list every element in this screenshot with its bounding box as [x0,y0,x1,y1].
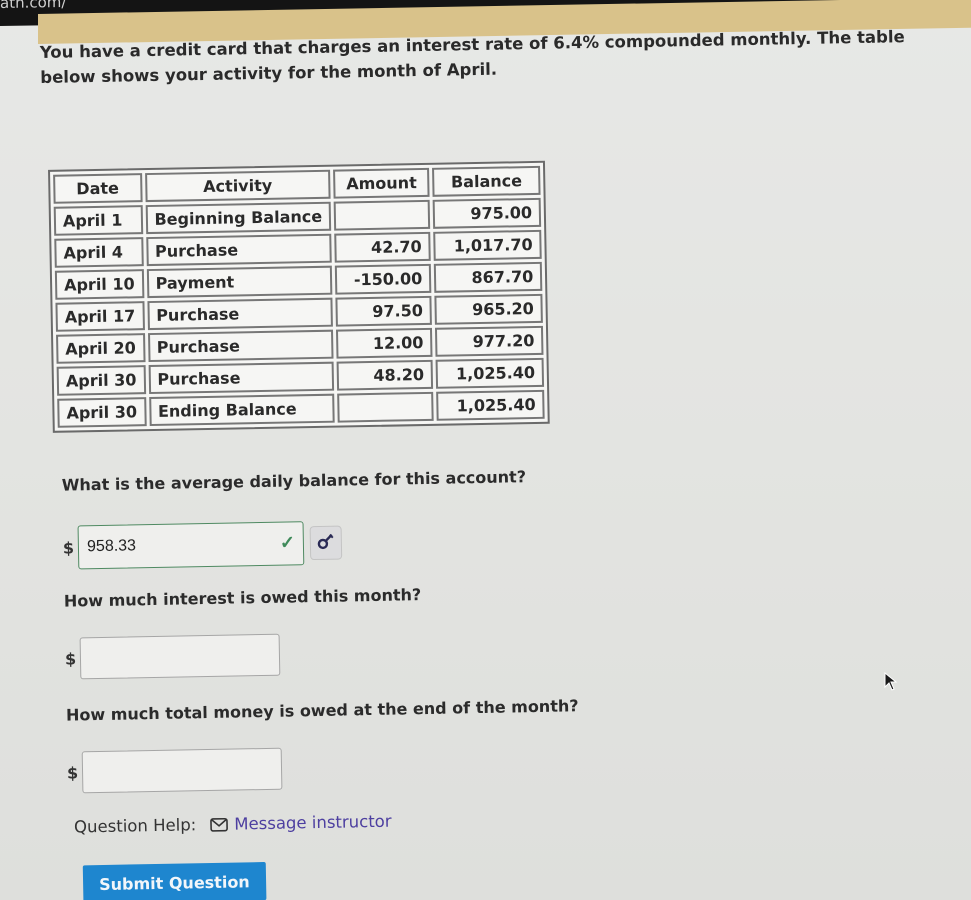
question-average-daily-balance: What is the average daily balance for th… [61,467,527,495]
currency-symbol: $ [64,648,77,669]
cell-balance: 977.20 [435,325,544,357]
cell-activity: Purchase [145,233,332,267]
cell-date: April 4 [54,237,144,268]
answer-row-3: $ [66,747,283,794]
question-help: Question Help: Message instructor [74,812,392,837]
currency-symbol: $ [66,762,79,783]
interest-owed-input[interactable] [79,633,281,680]
table-row: April 20 Purchase 12.00 977.20 [56,325,544,364]
total-owed-input[interactable] [81,747,283,794]
activity-table: Date Activity Amount Balance April 1 Beg… [48,160,550,433]
cell-balance: 1,017.70 [433,229,542,261]
cell-amount: 97.50 [335,295,433,327]
cell-amount [337,391,434,423]
problem-intro: You have a credit card that charges an i… [39,27,905,87]
table-row: April 4 Purchase 42.70 1,017.70 [54,229,542,268]
table-row: April 30 Purchase 48.20 1,025.40 [56,357,545,396]
average-daily-balance-input[interactable]: 958.33 ✓ [77,521,305,570]
question-total-owed: How much total money is owed at the end … [65,696,579,725]
cell-date: April 10 [54,269,144,300]
col-header-amount: Amount [333,167,430,199]
mail-icon [210,817,229,832]
cell-date: April 20 [56,333,146,364]
cell-amount [333,199,431,231]
col-header-activity: Activity [144,169,331,203]
cell-amount: 42.70 [334,231,431,263]
answer-row-1: $ 958.33 ✓ [63,521,343,570]
table-header-row: Date Activity Amount Balance [53,165,541,204]
question-content: You have a credit card that charges an i… [0,0,971,900]
answer-row-2: $ [64,633,281,680]
cell-date: April 30 [57,397,147,428]
table-row: April 1 Beginning Balance 975.00 [53,197,542,236]
cell-activity: Ending Balance [148,393,335,427]
cell-activity: Purchase [147,329,334,363]
submit-question-button[interactable]: Submit Question [82,862,267,900]
cell-amount: 48.20 [336,359,434,391]
cell-activity: Purchase [148,361,335,395]
cell-balance: 975.00 [432,197,542,229]
cell-activity: Beginning Balance [145,201,332,235]
cell-date: April 17 [55,301,145,332]
cell-balance: 1,025.40 [436,389,545,421]
message-instructor-link[interactable]: Message instructor [234,812,392,834]
key-button[interactable] [309,525,343,561]
cell-activity: Purchase [146,297,334,331]
col-header-date: Date [53,173,143,204]
table-row: April 10 Payment -150.00 867.70 [54,261,543,300]
check-icon: ✓ [279,532,296,553]
cell-balance: 867.70 [434,261,543,293]
cell-date: April 1 [53,205,143,236]
question-help-label: Question Help: [73,815,197,837]
table-row: April 17 Purchase 97.50 965.20 [55,293,544,332]
cell-date: April 30 [56,365,146,396]
cell-balance: 965.20 [434,293,544,325]
cell-amount: 12.00 [336,327,433,359]
question-interest-owed: How much interest is owed this month? [63,585,422,611]
cell-amount: -150.00 [335,263,432,295]
table-row: April 30 Ending Balance 1,025.40 [57,389,545,428]
input-value: 958.33 [86,537,137,556]
cell-balance: 1,025.40 [435,357,545,389]
col-header-balance: Balance [432,165,541,197]
mouse-cursor-icon [884,671,900,696]
currency-symbol: $ [62,537,75,558]
cell-activity: Payment [146,265,333,299]
key-icon [316,531,336,555]
